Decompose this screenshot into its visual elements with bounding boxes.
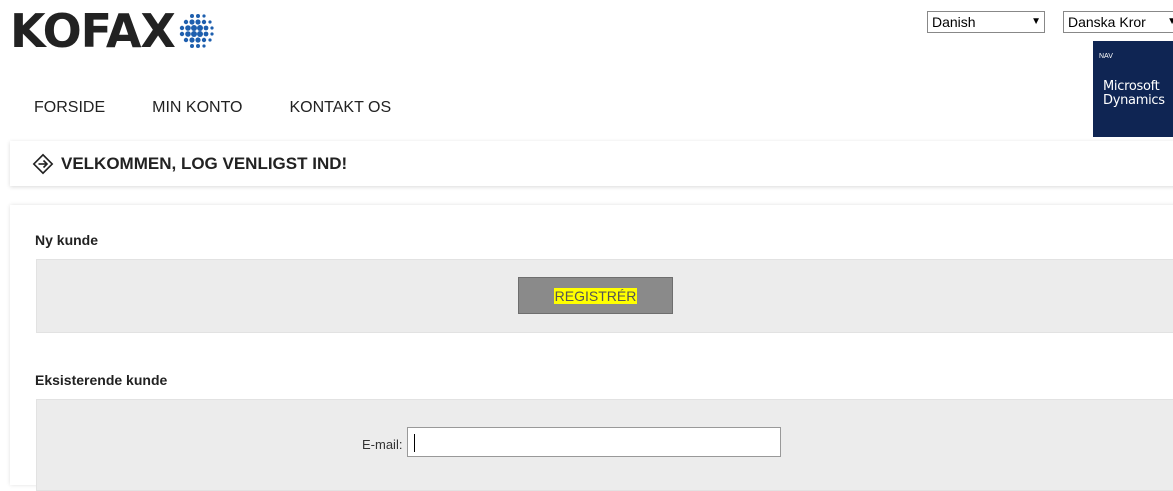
kofax-logo[interactable]: KOFAX: [10, 6, 218, 56]
text-caret: [414, 434, 415, 452]
currency-select-value: Danska Kror: [1068, 14, 1146, 30]
email-label: E-mail:: [362, 437, 403, 452]
new-customer-title: Ny kunde: [35, 232, 99, 248]
login-panel: Ny kunde REGISTRÉR Eksisterende kunde E-…: [10, 205, 1173, 491]
email-field[interactable]: [407, 427, 781, 457]
microsoft-dynamics-nav-badge: NAV Microsoft Dynamics: [1093, 41, 1173, 137]
language-select-value: Danish: [932, 14, 976, 30]
nav-badge-line2: Dynamics: [1103, 93, 1165, 108]
menu-item-kontakt-os[interactable]: KONTAKT OS: [290, 99, 392, 117]
language-select[interactable]: Danish ▼: [927, 11, 1045, 33]
nav-badge-line1: Microsoft: [1103, 79, 1160, 94]
logo-text: KOFAX: [10, 4, 176, 58]
arrow-circle-icon: [32, 153, 54, 174]
welcome-bar: VELKOMMEN, LOG VENLIGST IND!: [10, 141, 1173, 186]
nav-badge-product-name: Microsoft Dynamics: [1103, 80, 1165, 108]
menu-item-min-konto[interactable]: MIN KONTO: [152, 99, 242, 117]
existing-customer-title: Eksisterende kunde: [35, 372, 168, 388]
menu-item-forside[interactable]: FORSIDE: [34, 99, 105, 117]
dropdown-arrow-icon: ▼: [1031, 16, 1041, 27]
currency-select[interactable]: Danska Kror ▼: [1063, 11, 1173, 33]
register-button[interactable]: REGISTRÉR: [518, 277, 673, 314]
dropdown-arrow-icon: ▼: [1167, 12, 1173, 32]
logo-dots-icon: [179, 14, 214, 48]
page-title: VELKOMMEN, LOG VENLIGST IND!: [61, 153, 348, 173]
new-customer-box: REGISTRÉR: [36, 259, 1173, 333]
register-button-label: REGISTRÉR: [553, 287, 638, 304]
main-menu: FORSIDE MIN KONTO KONTAKT OS: [34, 99, 438, 117]
existing-customer-box: E-mail:: [36, 399, 1173, 491]
nav-badge-small-text: NAV: [1099, 53, 1113, 60]
